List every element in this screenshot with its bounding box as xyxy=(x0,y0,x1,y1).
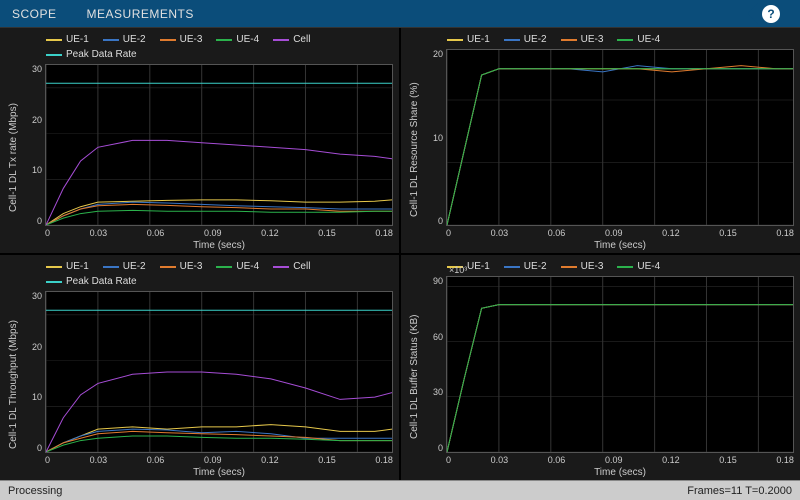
legend-label: UE-1 xyxy=(66,261,89,272)
legend-swatch xyxy=(160,39,176,41)
legend: UE-1 UE-2 UE-3 UE-4 xyxy=(407,32,794,49)
legend-item: Cell xyxy=(273,261,310,272)
legend-label: UE-1 xyxy=(66,34,89,45)
legend-label: Peak Data Rate xyxy=(66,49,137,60)
legend-label: UE-1 xyxy=(467,261,490,272)
status-right: Frames=11 T=0.2000 xyxy=(687,485,792,497)
y-axis-label: Cell-1 DL Tx rate (Mbps) xyxy=(6,64,21,251)
x-axis-label: Time (secs) xyxy=(422,465,794,478)
legend-swatch xyxy=(46,281,62,283)
legend-item: UE-1 xyxy=(447,34,490,45)
legend-swatch xyxy=(447,39,463,41)
legend-swatch xyxy=(504,39,520,41)
plot-area[interactable]: ×10³ xyxy=(446,276,794,453)
y-ticks: 20100 xyxy=(422,49,446,226)
legend: UE-1 UE-2 UE-3 UE-4 Cell Peak Data Rate xyxy=(6,259,393,291)
legend-label: UE-3 xyxy=(581,261,604,272)
legend-item: UE-4 xyxy=(216,34,259,45)
legend-label: UE-1 xyxy=(467,34,490,45)
legend-item: UE-2 xyxy=(103,261,146,272)
legend-label: UE-3 xyxy=(180,261,203,272)
legend-item: UE-4 xyxy=(617,261,660,272)
legend-swatch xyxy=(561,266,577,268)
tab-measurements[interactable]: MEASUREMENTS xyxy=(87,7,194,21)
legend-swatch xyxy=(504,266,520,268)
legend-label: UE-2 xyxy=(123,261,146,272)
legend-swatch xyxy=(617,266,633,268)
help-button[interactable]: ? xyxy=(748,3,788,25)
x-axis-label: Time (secs) xyxy=(21,465,393,478)
legend-item: UE-2 xyxy=(504,34,547,45)
y-axis-label: Cell-1 DL Buffer Status (KB) xyxy=(407,276,422,478)
chart-panel-tx_rate: UE-1 UE-2 UE-3 UE-4 Cell Peak Data Rate Cell-1… xyxy=(0,28,399,253)
legend-swatch xyxy=(617,39,633,41)
legend-item: UE-3 xyxy=(160,34,203,45)
legend-swatch xyxy=(46,266,62,268)
legend-item: UE-4 xyxy=(216,261,259,272)
legend-swatch xyxy=(160,266,176,268)
legend-item: UE-3 xyxy=(561,261,604,272)
legend-item: Cell xyxy=(273,34,310,45)
legend-label: UE-2 xyxy=(123,34,146,45)
axis-exponent: ×10³ xyxy=(449,265,467,275)
legend-swatch xyxy=(216,39,232,41)
status-bar: Processing Frames=11 T=0.2000 xyxy=(0,480,800,500)
legend-label: UE-3 xyxy=(180,34,203,45)
chart-grid: UE-1 UE-2 UE-3 UE-4 Cell Peak Data Rate Cell-1… xyxy=(0,28,800,480)
x-ticks: 00.030.060.090.120.150.18 xyxy=(422,226,794,238)
plot-area[interactable] xyxy=(45,64,393,226)
legend-swatch xyxy=(273,39,289,41)
legend-swatch xyxy=(561,39,577,41)
tab-scope[interactable]: SCOPE xyxy=(12,7,57,21)
legend-label: UE-4 xyxy=(637,261,660,272)
legend-label: UE-4 xyxy=(236,261,259,272)
chart-panel-throughput: UE-1 UE-2 UE-3 UE-4 Cell Peak Data Rate Cell-1… xyxy=(0,255,399,480)
legend-swatch xyxy=(216,266,232,268)
legend: UE-1 UE-2 UE-3 UE-4 Cell Peak Data Rate xyxy=(6,32,393,64)
header-bar: SCOPE MEASUREMENTS ? xyxy=(0,0,800,28)
plot-area[interactable] xyxy=(45,291,393,453)
chart-panel-buffer_status: UE-1 UE-2 UE-3 UE-4 Cell-1 DL Buffer Status … xyxy=(401,255,800,480)
x-ticks: 00.030.060.090.120.150.18 xyxy=(422,453,794,465)
legend-item: UE-3 xyxy=(561,34,604,45)
plot-area[interactable] xyxy=(446,49,794,226)
chart-panel-resource_share: UE-1 UE-2 UE-3 UE-4 Cell-1 DL Resource Share… xyxy=(401,28,800,253)
legend-item: UE-2 xyxy=(504,261,547,272)
legend-item: UE-2 xyxy=(103,34,146,45)
legend-item: UE-4 xyxy=(617,34,660,45)
legend-label: UE-2 xyxy=(524,261,547,272)
x-ticks: 00.030.060.090.120.150.18 xyxy=(21,453,393,465)
legend-label: Peak Data Rate xyxy=(66,276,137,287)
y-ticks: 3020100 xyxy=(21,64,45,226)
status-left: Processing xyxy=(8,485,62,497)
y-axis-label: Cell-1 DL Resource Share (%) xyxy=(407,49,422,251)
legend-label: UE-2 xyxy=(524,34,547,45)
legend-label: UE-3 xyxy=(581,34,604,45)
legend-label: UE-4 xyxy=(637,34,660,45)
legend-item: UE-1 xyxy=(46,34,89,45)
y-axis-label: Cell-1 DL Throughput (Mbps) xyxy=(6,291,21,478)
help-icon: ? xyxy=(762,5,780,23)
y-ticks: 9060300 xyxy=(422,276,446,453)
legend-item: Peak Data Rate xyxy=(46,49,137,60)
legend-swatch xyxy=(46,39,62,41)
y-ticks: 3020100 xyxy=(21,291,45,453)
legend-item: UE-3 xyxy=(160,261,203,272)
legend-swatch xyxy=(273,266,289,268)
legend-label: Cell xyxy=(293,34,310,45)
x-ticks: 00.030.060.090.120.150.18 xyxy=(21,226,393,238)
legend-swatch xyxy=(103,266,119,268)
x-axis-label: Time (secs) xyxy=(21,238,393,251)
legend-label: UE-4 xyxy=(236,34,259,45)
legend-label: Cell xyxy=(293,261,310,272)
legend-swatch xyxy=(103,39,119,41)
legend-swatch xyxy=(46,54,62,56)
x-axis-label: Time (secs) xyxy=(422,238,794,251)
legend-item: Peak Data Rate xyxy=(46,276,137,287)
legend-item: UE-1 xyxy=(46,261,89,272)
